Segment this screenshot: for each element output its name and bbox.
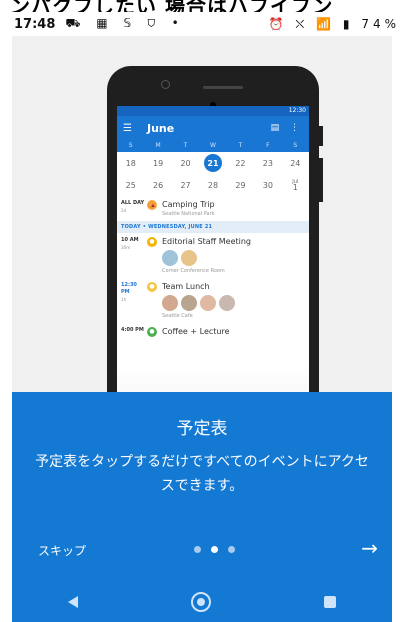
panel-title: 予定表 [176, 419, 228, 439]
weekday-row: SMTWTFS [117, 140, 309, 152]
lunch-icon: ● [147, 282, 157, 292]
page-dot-active [211, 546, 218, 553]
mock-month: June [147, 121, 175, 135]
event-meeting: 10 AM 30m ● Editorial Staff Meeting Corne… [117, 233, 309, 278]
event-coffee: 4:00 PM ● Coffee + Lecture [117, 323, 309, 341]
navigation-bar [12, 582, 392, 622]
page-dot [194, 546, 201, 553]
panel-description: 予定表をタップするだけですべてのイベントにアクセスできます。 [35, 454, 369, 494]
week-row: 25 26 27 28 29 30 Jul 1 [117, 174, 309, 196]
camera-icon [161, 80, 170, 89]
selected-day: 21 [199, 154, 226, 172]
notification-icons: ⛟ ▦ 𝕊 ⛉ • [65, 16, 185, 30]
phone-illustration: 12:30 ☰ June ▤ ⋮ SMTWTFS 18 19 20 21 22 … [107, 66, 323, 426]
back-icon[interactable] [68, 596, 79, 608]
tent-icon: ⛺ [147, 200, 157, 210]
speaker-grille [203, 86, 243, 89]
volume-key [319, 158, 323, 202]
system-icons: ⏰ ⛌ 📶 ▮ 74% [268, 16, 400, 31]
today-header: TODAY • WEDNESDAY, JUNE 21 [117, 221, 309, 233]
status-bar: 17:48 ⛟ ▦ 𝕊 ⛉ • ⏰ ⛌ 📶 ▮ 74% [0, 12, 404, 36]
status-time: 17:48 [14, 16, 56, 32]
mock-calendar-header: ☰ June ▤ ⋮ [117, 116, 309, 140]
mock-status-bar: 12:30 [117, 106, 309, 116]
home-icon[interactable] [190, 592, 211, 612]
calendar-preview: 12:30 ☰ June ▤ ⋮ SMTWTFS 18 19 20 21 22 … [117, 106, 309, 426]
page-indicator [194, 546, 245, 553]
event-lunch: 12:30 PM 1h ● Team Lunch Seattle Cafe [117, 278, 309, 323]
week-row: 18 19 20 21 22 23 24 [117, 152, 309, 174]
meeting-icon: ● [147, 237, 157, 247]
page-dot [228, 546, 235, 553]
power-key [319, 126, 323, 146]
event-camping: ALL DAY 2d ⛺ Camping Trip Seattle National… [117, 196, 309, 221]
hamburger-icon: ☰ [123, 122, 132, 134]
coffee-icon: ● [147, 327, 157, 337]
skip-button[interactable]: スキップ [38, 542, 86, 559]
view-and-more-icon: ▤ ⋮ [270, 123, 303, 133]
recent-apps-icon[interactable] [323, 596, 336, 608]
next-arrow-icon[interactable]: → [361, 536, 378, 560]
cropped-header-text: ンパクフしたい 場合はハフイフン [10, 0, 334, 12]
